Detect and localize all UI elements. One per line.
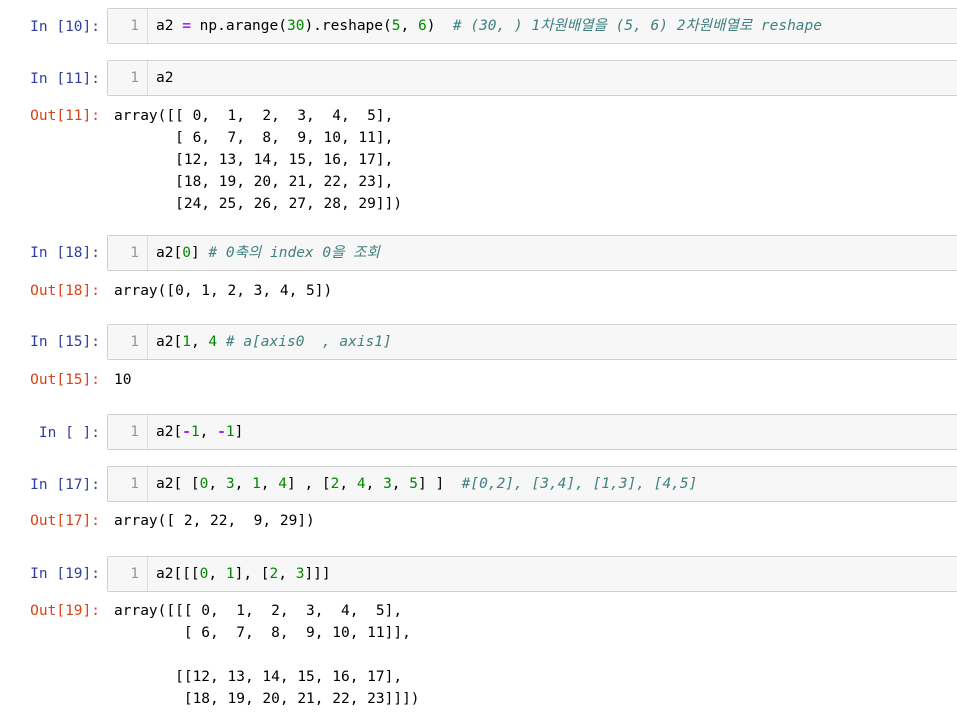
line-number: 1: [130, 566, 139, 582]
output-prompt: Out[18]:: [30, 283, 100, 299]
code-token-plain: ): [426, 18, 453, 34]
input-prompt: In [15]:: [30, 334, 100, 350]
code-token-num: 0: [182, 245, 191, 261]
code-token-plain: a2[[[: [156, 566, 200, 582]
code-token-plain: ).reshape(: [304, 18, 392, 34]
code-token-plain: a2[: [156, 334, 183, 350]
line-gutter: 1: [108, 236, 148, 270]
input-prompt: In [17]:: [30, 477, 100, 493]
code-token-num: 1: [252, 476, 261, 492]
code-token-plain: ,: [339, 476, 357, 492]
code-token-plain: ]]]: [304, 566, 331, 582]
line-gutter: 1: [108, 325, 148, 359]
output-prompt: Out[15]:: [30, 372, 100, 388]
code-token-plain: a2[: [156, 245, 183, 261]
input-prompt: In [11]:: [30, 71, 100, 87]
output-prompt: Out[17]:: [30, 513, 100, 529]
code-token-op: =: [182, 18, 191, 34]
code-token-plain: ,: [391, 476, 410, 492]
code-token-plain: ,: [199, 424, 218, 440]
code-token-num: 1: [225, 566, 235, 582]
code-token-plain: a2[ [: [156, 476, 200, 492]
code-editor[interactable]: 1 a2 = np.arange(30).reshape(5, 6) # (30…: [107, 8, 957, 44]
code-line[interactable]: a2[ [0, 3, 1, 4] , [2, 4, 3, 5] ] #[0,2]…: [156, 474, 697, 494]
code-token-cmt: # 0축의 index 0을 조회: [208, 245, 380, 261]
input-prompt: In [19]:: [30, 566, 100, 582]
code-token-num: 5: [409, 476, 418, 492]
input-prompt: In [18]:: [30, 245, 100, 261]
code-token-plain: ,: [278, 566, 296, 582]
code-token-num: 1: [225, 424, 235, 440]
line-number: 1: [130, 245, 139, 261]
code-line[interactable]: a2: [156, 68, 173, 88]
line-gutter: 1: [108, 9, 148, 43]
code-token-plain: ,: [208, 476, 226, 492]
code-editor[interactable]: 1 a2[[[0, 1], [2, 3]]]: [107, 556, 957, 592]
code-line[interactable]: a2[-1, -1]: [156, 422, 243, 442]
cell-output: array([[[ 0, 1, 2, 3, 4, 5], [ 6, 7, 8, …: [114, 603, 420, 707]
code-token-plain: a2[: [156, 424, 183, 440]
code-token-plain: ,: [365, 476, 384, 492]
cell-output: 10: [114, 372, 132, 388]
code-editor[interactable]: 1 a2[-1, -1]: [107, 414, 957, 450]
line-gutter: 1: [108, 61, 148, 95]
code-token-plain: ,: [190, 334, 209, 350]
code-token-cmt: #[0,2], [3,4], [1,3], [4,5]: [461, 476, 698, 492]
code-token-op: -: [217, 424, 226, 440]
input-prompt: In [10]:: [30, 19, 100, 35]
cell-output: array([[ 0, 1, 2, 3, 4, 5], [ 6, 7, 8, 9…: [114, 108, 403, 212]
code-line[interactable]: a2[0] # 0축의 index 0을 조회: [156, 243, 380, 263]
code-token-plain: np.arange(: [190, 18, 287, 34]
code-token-num: 4: [208, 334, 218, 350]
code-token-num: 1: [182, 334, 191, 350]
code-token-op: -: [182, 424, 191, 440]
output-prompt: Out[19]:: [30, 603, 100, 619]
code-token-plain: ,: [260, 476, 279, 492]
cell-output: array([ 2, 22, 9, 29]): [114, 513, 315, 529]
code-token-plain: ] ]: [418, 476, 462, 492]
code-token-num: 4: [278, 476, 287, 492]
line-gutter: 1: [108, 467, 148, 501]
code-token-plain: a2: [156, 70, 174, 86]
code-editor[interactable]: 1 a2[1, 4 # a[axis0 , axis1]: [107, 324, 957, 360]
code-editor[interactable]: 1 a2: [107, 60, 957, 96]
output-prompt: Out[11]:: [30, 108, 100, 124]
line-number: 1: [130, 18, 139, 34]
line-gutter: 1: [108, 415, 148, 449]
code-line[interactable]: a2 = np.arange(30).reshape(5, 6) # (30, …: [156, 16, 822, 36]
code-token-num: 30: [286, 18, 305, 34]
code-token-num: 4: [356, 476, 366, 492]
cell-output: array([0, 1, 2, 3, 4, 5]): [114, 283, 333, 299]
code-token-num: 3: [383, 476, 392, 492]
code-token-num: 1: [190, 424, 200, 440]
code-token-num: 6: [417, 18, 427, 34]
code-token-plain: ,: [400, 18, 418, 34]
code-token-cmt: # (30, ) 1차원배열을 (5, 6) 2차원배열로 reshape: [452, 18, 822, 34]
code-token-plain: ,: [208, 566, 226, 582]
code-line[interactable]: a2[[[0, 1], [2, 3]]]: [156, 564, 331, 584]
code-token-cmt: # a[axis0 , axis1]: [225, 334, 392, 350]
code-token-plain: ,: [234, 476, 253, 492]
code-line[interactable]: a2[1, 4 # a[axis0 , axis1]: [156, 332, 392, 352]
line-number: 1: [130, 424, 139, 440]
line-number: 1: [130, 334, 139, 350]
code-token-num: 3: [225, 476, 235, 492]
code-token-plain: ] , [: [287, 476, 331, 492]
code-editor[interactable]: 1 a2[ [0, 3, 1, 4] , [2, 4, 3, 5] ] #[0,…: [107, 466, 957, 502]
code-token-plain: ], [: [234, 566, 270, 582]
code-token-num: 2: [269, 566, 279, 582]
code-token-plain: a2: [156, 18, 183, 34]
line-number: 1: [130, 70, 139, 86]
code-token-plain: ]: [234, 424, 244, 440]
line-gutter: 1: [108, 557, 148, 591]
code-editor[interactable]: 1 a2[0] # 0축의 index 0을 조회: [107, 235, 957, 271]
input-prompt: In [ ]:: [38, 425, 100, 441]
code-token-plain: ]: [190, 245, 209, 261]
line-number: 1: [130, 476, 139, 492]
